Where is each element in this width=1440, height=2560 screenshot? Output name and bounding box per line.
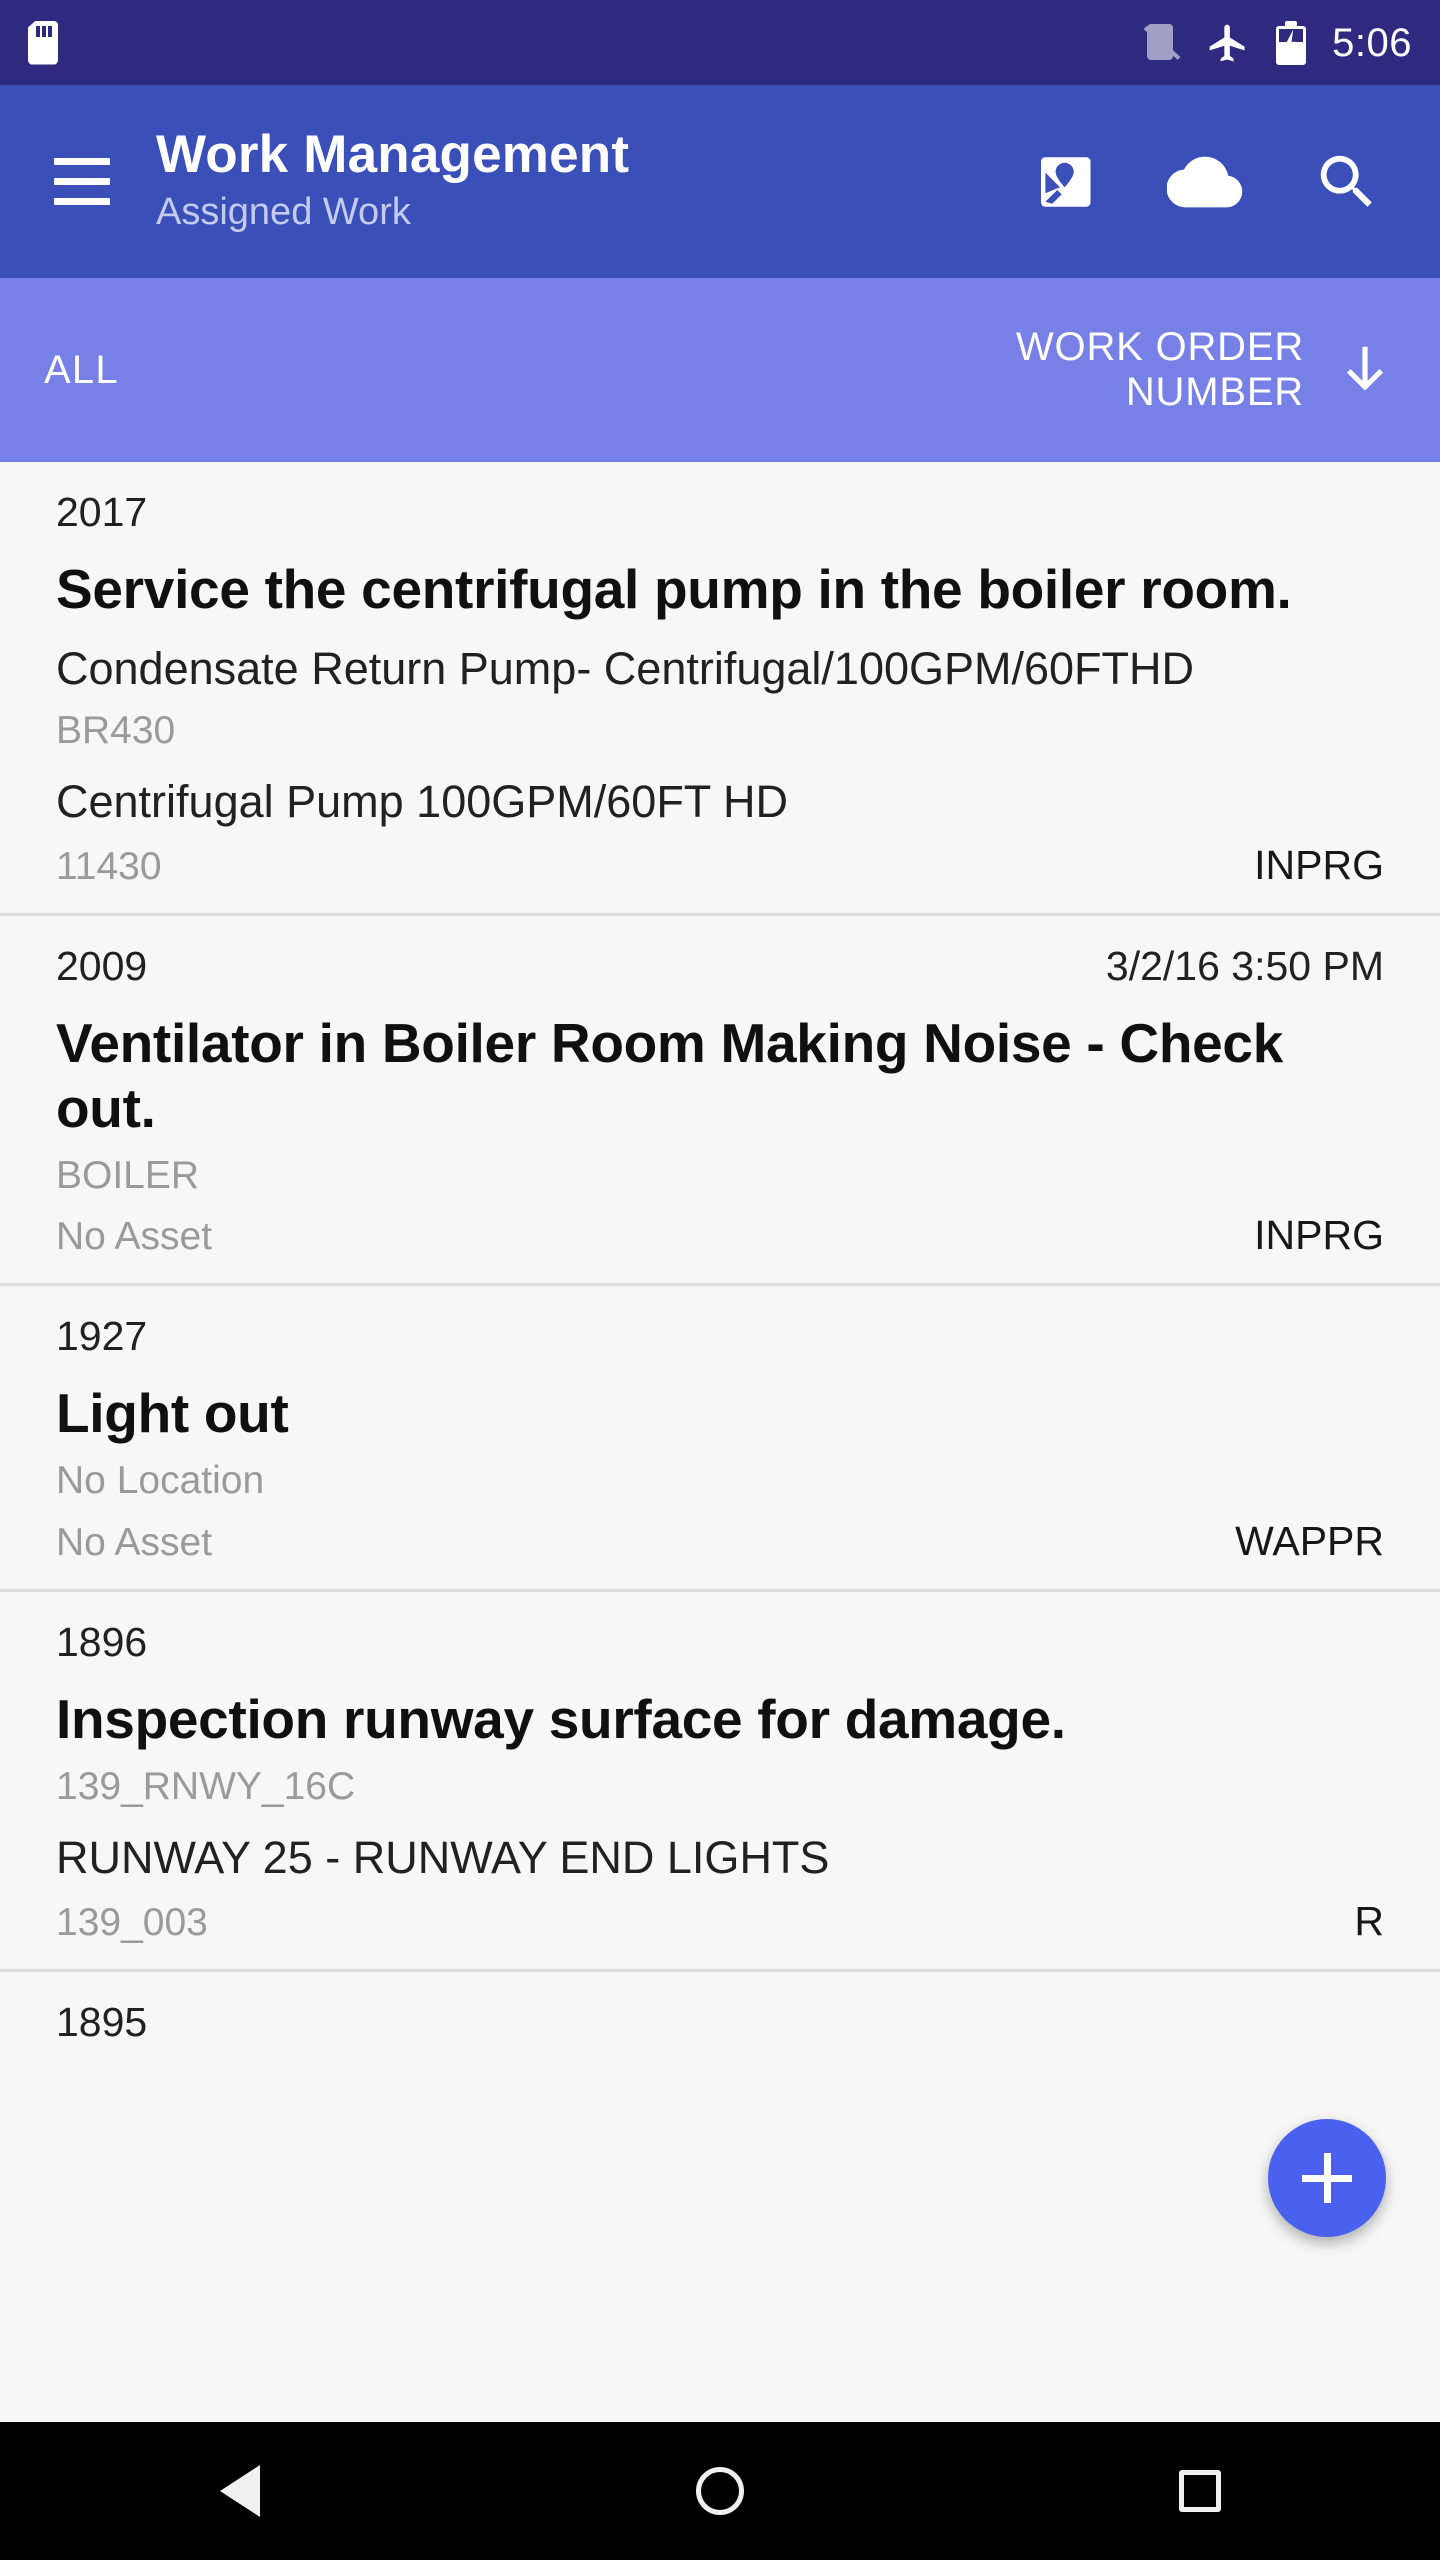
work-order-asset: 11430 <box>56 844 162 888</box>
page-subtitle: Assigned Work <box>156 191 411 234</box>
work-order-list[interactable]: 2017 Service the centrifugal pump in the… <box>0 462 1440 2422</box>
work-order-footer-row: 139_003 R <box>56 1897 1384 1947</box>
cloud-icon[interactable] <box>1166 143 1244 221</box>
work-order-location: 139_RNWY_16C <box>56 1764 356 1808</box>
recents-square-icon[interactable] <box>1125 2422 1275 2560</box>
work-order-asset-description: Centrifugal Pump 100GPM/60FT HD <box>56 775 788 827</box>
work-order-asset: No Asset <box>56 1521 213 1565</box>
arrow-down-icon[interactable] <box>1334 326 1396 414</box>
work-order-location: BOILER <box>56 1153 200 1197</box>
app-bar-actions <box>1024 143 1404 221</box>
work-order-number: 2017 <box>56 489 148 535</box>
work-order-header-row: 2009 3/2/16 3:50 PM <box>56 942 1384 991</box>
work-order-header-row: 1895 <box>56 1998 1384 2047</box>
work-order-asset: No Asset <box>56 1215 213 1259</box>
hamburger-menu-icon[interactable] <box>36 136 128 228</box>
work-order-description: Service the centrifugal pump in the boil… <box>56 558 1292 621</box>
page-title: Work Management <box>156 125 630 185</box>
work-order-asset-description: RUNWAY 25 - RUNWAY END LIGHTS <box>56 1831 830 1883</box>
work-order-location: BR430 <box>56 709 176 753</box>
work-order-number: 1895 <box>56 1998 148 2045</box>
sort-field-label[interactable]: WORK ORDER NUMBER <box>974 325 1304 415</box>
work-order-date: 3/2/16 3:50 PM <box>1105 942 1384 989</box>
status-badge: WAPPR <box>1235 1518 1384 1565</box>
work-order-footer-row: No Asset INPRG <box>56 1211 1384 1261</box>
app-screen: 5:06 Work Management Assigned Work ALL W… <box>0 0 1440 2560</box>
filter-all-button[interactable]: ALL <box>44 348 119 393</box>
work-order-header-row: 1927 <box>56 1312 1384 1361</box>
work-order-header-row: 2017 <box>56 488 1384 537</box>
search-icon[interactable] <box>1308 143 1386 221</box>
battery-charging-icon <box>1276 20 1307 65</box>
work-order-number: 2009 <box>56 942 148 989</box>
home-circle-icon[interactable] <box>645 2422 795 2560</box>
android-navigation-bar <box>0 2422 1440 2560</box>
table-row[interactable]: 2009 3/2/16 3:50 PM Ventilator in Boiler… <box>0 912 1440 1284</box>
work-order-footer-row: 11430 INPRG <box>56 841 1384 891</box>
filter-sort-bar: ALL WORK ORDER NUMBER <box>0 278 1440 462</box>
work-order-number: 1896 <box>56 1618 148 1665</box>
work-order-asset: 139_003 <box>56 1900 208 1944</box>
work-order-description: Inspection runway surface for damage. <box>56 1688 1066 1751</box>
work-order-location-description: Condensate Return Pump- Centrifugal/100G… <box>56 643 1195 695</box>
app-bar: Work Management Assigned Work <box>0 85 1440 278</box>
no-signal-icon <box>1142 22 1181 64</box>
table-row[interactable]: 1896 Inspection runway surface for damag… <box>0 1588 1440 1969</box>
plus-icon-vertical <box>1323 2153 1331 2203</box>
back-triangle-icon[interactable] <box>165 2422 315 2560</box>
app-bar-titles: Work Management Assigned Work <box>156 126 629 237</box>
status-badge: INPRG <box>1254 841 1384 888</box>
add-work-order-fab[interactable] <box>1268 2119 1386 2237</box>
work-order-description: Ventilator in Boiler Room Making Noise -… <box>56 1011 1283 1139</box>
airplane-mode-icon <box>1206 21 1250 65</box>
status-bar-right-icons: 5:06 <box>1142 20 1412 65</box>
table-row[interactable]: 2017 Service the centrifugal pump in the… <box>0 462 1440 913</box>
work-order-description: Light out <box>56 1382 289 1445</box>
status-bar-clock: 5:06 <box>1332 20 1412 65</box>
work-order-footer-row: No Asset WAPPR <box>56 1517 1384 1567</box>
sort-control: WORK ORDER NUMBER <box>974 325 1396 415</box>
table-row[interactable]: 1895 <box>0 1968 1440 2069</box>
status-bar: 5:06 <box>0 0 1440 85</box>
status-bar-left-icons <box>28 20 58 65</box>
work-order-number: 1927 <box>56 1313 148 1360</box>
sdcard-icon <box>28 20 58 65</box>
map-pin-icon[interactable] <box>1024 143 1102 221</box>
status-badge: INPRG <box>1254 1212 1384 1259</box>
table-row[interactable]: 1927 Light out No Location No Asset WAPP… <box>0 1283 1440 1589</box>
work-order-header-row: 1896 <box>56 1618 1384 1667</box>
status-badge: R <box>1354 1897 1384 1944</box>
work-order-location: No Location <box>56 1459 265 1503</box>
